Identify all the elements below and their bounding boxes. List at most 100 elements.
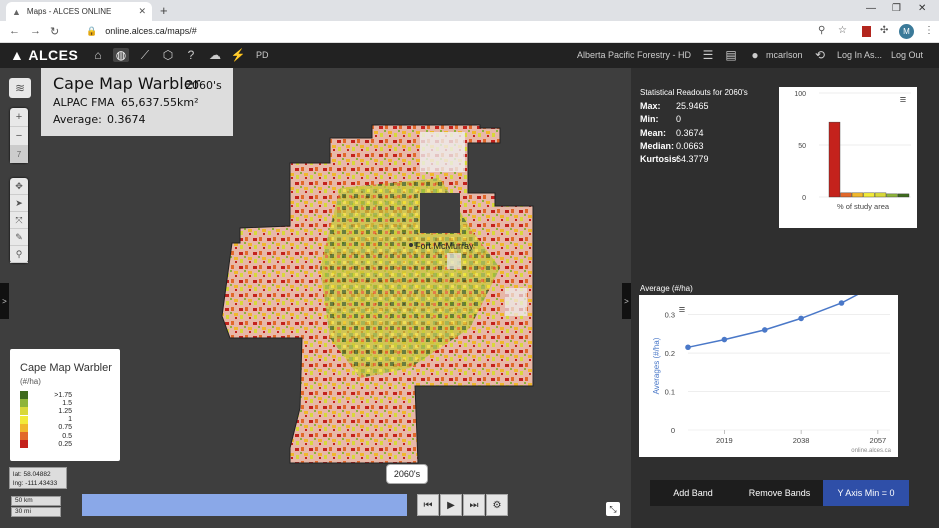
reload-icon[interactable]: ↻ bbox=[50, 25, 59, 38]
stats-panel: Statistical Readouts for 2060's Max: 25.9… bbox=[631, 68, 939, 528]
restore-icon[interactable]: ❐ bbox=[892, 3, 901, 14]
browser-menu-icon[interactable]: ⋮ bbox=[924, 25, 934, 36]
stat-key: Kurtosis: bbox=[640, 154, 680, 165]
logo-text: ALCES bbox=[28, 47, 79, 63]
lightning-icon[interactable]: ⚡ bbox=[230, 48, 246, 62]
right-panel-toggle[interactable]: > bbox=[622, 283, 631, 319]
login-as-link[interactable]: Log In As... bbox=[837, 50, 882, 60]
y-axis-min-button[interactable]: Y Axis Min = 0 bbox=[823, 480, 909, 506]
legend-row: 0.75 bbox=[20, 423, 72, 432]
browser-tab[interactable]: ▲ Maps - ALCES ONLINE ✕ bbox=[6, 2, 152, 21]
white-patch bbox=[447, 253, 461, 269]
histogram-svg: 100 50 0 % of study area ≡ bbox=[794, 91, 911, 211]
stat-key: Min: bbox=[640, 114, 659, 125]
average-chart-title: Average (#/ha) bbox=[640, 284, 693, 293]
zoom-in-button[interactable]: + bbox=[10, 108, 28, 127]
stat-row: Mean: 0.3674 bbox=[640, 128, 748, 141]
extensions-puzzle-icon[interactable]: ✣ bbox=[880, 25, 888, 36]
stat-row: Max: 25.9465 bbox=[640, 101, 748, 114]
legend-row: 0.5 bbox=[20, 432, 72, 441]
resize-icon[interactable]: ⤧ bbox=[10, 212, 28, 229]
legend-value: >1.75 bbox=[54, 391, 72, 399]
stat-value: 0.3674 bbox=[676, 127, 704, 138]
step-back-icon[interactable]: ⏮ bbox=[417, 494, 439, 516]
timeline-slider[interactable] bbox=[82, 494, 407, 516]
cloud-icon[interactable]: ☁ bbox=[207, 48, 223, 62]
logout-link[interactable]: Log Out bbox=[891, 50, 923, 60]
stat-value: 0.0663 bbox=[676, 140, 704, 151]
database-icon[interactable]: ☰ bbox=[700, 48, 716, 62]
user-icon: ● bbox=[751, 48, 759, 62]
line-chart-svg: 0.3 0.2 0.1 0 2019 2038 2057 Averages (#/ha) onl… bbox=[652, 283, 892, 454]
longitude: lng: -111.43433 bbox=[13, 480, 58, 487]
profile-avatar[interactable]: M bbox=[899, 24, 914, 39]
home-icon[interactable]: ⌂ bbox=[90, 48, 106, 62]
zoom-out-button[interactable]: − bbox=[10, 127, 28, 146]
series-line bbox=[687, 283, 879, 349]
pdf-extension-icon[interactable] bbox=[862, 26, 871, 37]
y-tick-label: 0 bbox=[671, 426, 675, 435]
coordinate-readout: lat: 58.04882 lng: -111.43433 bbox=[9, 467, 67, 489]
place-label: Fort McMurray bbox=[415, 241, 474, 251]
pencil-icon[interactable]: ✎ bbox=[10, 229, 28, 246]
legend-value: 1 bbox=[68, 416, 72, 424]
play-icon[interactable]: ▶ bbox=[440, 494, 462, 516]
magnify-icon[interactable]: ⚲ bbox=[10, 246, 28, 263]
help-icon[interactable]: ? bbox=[183, 48, 199, 62]
chevron-right-icon: > bbox=[624, 296, 629, 306]
data-point bbox=[721, 336, 728, 343]
alces-logo[interactable]: ▲ ALCES bbox=[10, 47, 78, 63]
stat-row: Median: 0.0663 bbox=[640, 141, 748, 154]
average-label: Average: bbox=[53, 113, 102, 126]
left-panel-toggle[interactable]: > bbox=[0, 283, 9, 319]
legend-row: 0.25 bbox=[20, 440, 72, 449]
alces-flame-icon: ▲ bbox=[10, 47, 25, 63]
minimize-icon[interactable]: — bbox=[866, 3, 876, 14]
expand-icon[interactable]: ⤡ bbox=[606, 502, 620, 516]
stat-row: Kurtosis: 64.3779 bbox=[640, 154, 748, 167]
zoom-icon[interactable]: ⚲ bbox=[818, 25, 825, 36]
species-name: Cape Map Warbler bbox=[53, 74, 201, 93]
bookmark-star-icon[interactable]: ☆ bbox=[838, 25, 847, 36]
legend-swatch bbox=[20, 440, 28, 449]
forward-icon[interactable]: → bbox=[30, 25, 41, 37]
period-badge: 2060's bbox=[386, 464, 428, 484]
url-field[interactable]: 🔒 online.alces.ca/maps/# bbox=[86, 26, 197, 37]
x-tick-label: 2038 bbox=[793, 436, 810, 445]
globe-icon[interactable]: ◍ bbox=[113, 48, 129, 62]
stat-key: Max: bbox=[640, 101, 661, 111]
y-tick-label: 50 bbox=[798, 143, 806, 150]
back-icon[interactable]: ← bbox=[9, 25, 20, 37]
map-legend: Cape Map Warbler (#/ha) >1.75 1.5 1.25 1 0.7… bbox=[10, 349, 120, 461]
map-tools: ✥ ➤ ⤧ ✎ ⚲ bbox=[10, 178, 28, 263]
stats-title: Statistical Readouts for 2060's bbox=[640, 88, 748, 97]
folder-icon[interactable]: ▤ bbox=[723, 48, 739, 62]
white-patch bbox=[505, 288, 527, 316]
legend-row: 1 bbox=[20, 415, 72, 424]
layers-button[interactable]: ≋ bbox=[9, 78, 31, 98]
history-icon[interactable]: ⟲ bbox=[812, 48, 828, 62]
trend-chart-icon[interactable]: ⟋ bbox=[137, 48, 153, 63]
select-pointer-icon[interactable]: ➤ bbox=[10, 195, 28, 212]
map-canvas[interactable]: Fort McMurray Cape Map Warbler 2060's AL… bbox=[0, 68, 631, 528]
project-name[interactable]: Alberta Pacific Forestry - HD bbox=[577, 50, 691, 60]
remove-bands-button[interactable]: Remove Bands bbox=[736, 480, 823, 506]
pan-icon[interactable]: ✥ bbox=[10, 178, 28, 195]
legend-swatch bbox=[20, 391, 28, 400]
scale-km: 50 km bbox=[11, 496, 61, 506]
browser-tabbar: ▲ Maps - ALCES ONLINE ✕ + — ❐ ✕ bbox=[0, 0, 939, 21]
legend-value: 0.25 bbox=[58, 440, 72, 448]
window-close-icon[interactable]: ✕ bbox=[918, 3, 926, 14]
new-tab-icon[interactable]: + bbox=[160, 3, 168, 18]
close-tab-icon[interactable]: ✕ bbox=[138, 6, 146, 17]
settings-gears-icon[interactable]: ⚙ bbox=[486, 494, 508, 516]
pd-link[interactable]: PD bbox=[256, 50, 269, 60]
legend-value: 1.25 bbox=[58, 407, 72, 415]
legend-swatch bbox=[20, 415, 28, 424]
cube-icon[interactable]: ⬡ bbox=[160, 48, 176, 62]
step-forward-icon[interactable]: ⏭ bbox=[463, 494, 485, 516]
username[interactable]: mcarlson bbox=[766, 50, 803, 60]
scale-bar: 50 km 30 mi bbox=[11, 496, 61, 517]
stat-value: 25.9465 bbox=[676, 101, 709, 111]
add-band-button[interactable]: Add Band bbox=[650, 480, 736, 506]
